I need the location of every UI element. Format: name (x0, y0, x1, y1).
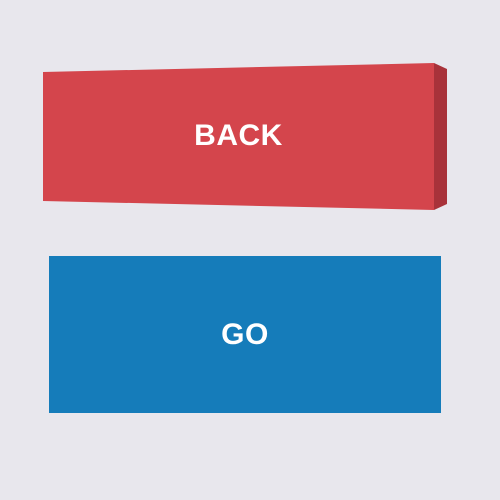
back-button-label: BACK (194, 119, 283, 152)
go-button-label: GO (221, 317, 269, 351)
back-button-side (434, 63, 447, 210)
back-button[interactable]: BACK (0, 0, 500, 260)
go-button[interactable]: GO (49, 256, 441, 413)
